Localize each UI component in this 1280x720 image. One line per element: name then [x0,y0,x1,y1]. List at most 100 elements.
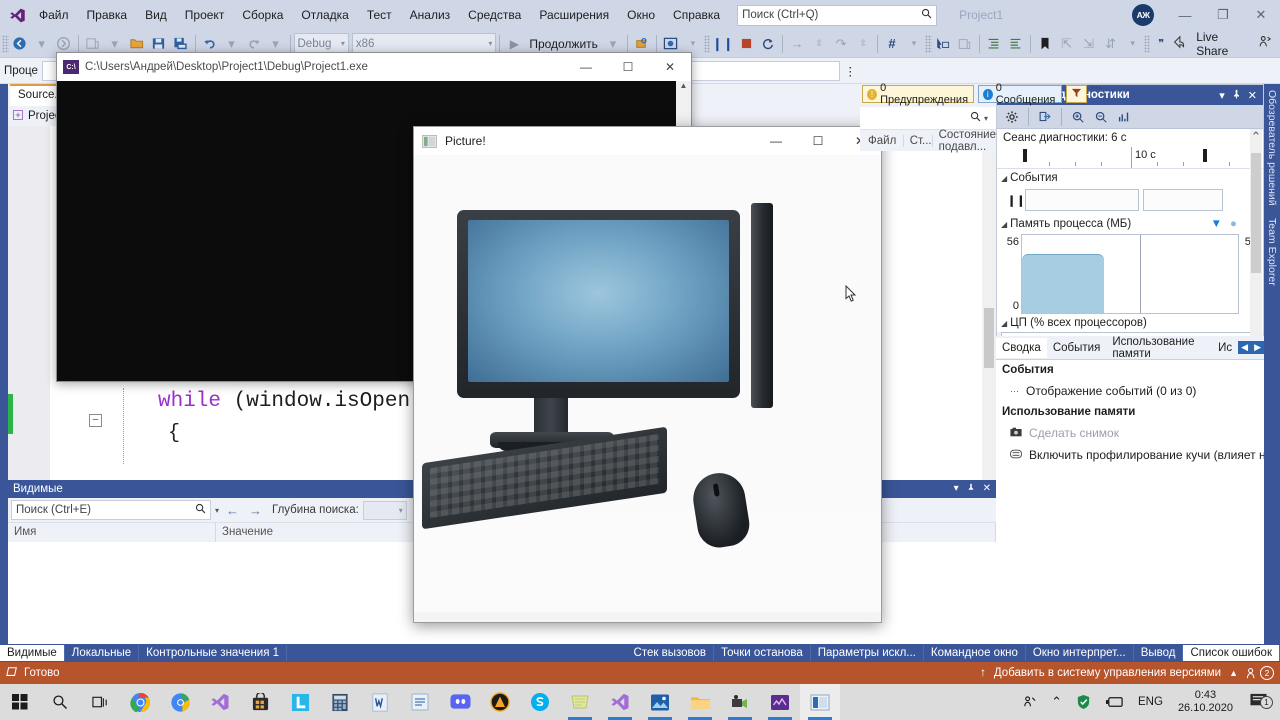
pin-icon[interactable] [967,483,975,495]
bookmark-icon[interactable] [1034,33,1056,55]
next-bookmark-icon[interactable]: ⇲ [1078,33,1100,55]
pause-icon[interactable]: ❙❙ [710,33,735,55]
menu-item-debug[interactable]: Отладка [292,4,357,26]
column-file[interactable]: Файл [860,134,904,147]
collapse-region-toggle[interactable]: − [89,414,102,427]
back-icon[interactable] [9,33,31,55]
task-view-icon[interactable] [80,684,120,720]
minimize-button[interactable]: — [565,54,607,81]
picture-window[interactable]: Picture! — ☐ ✕ [413,126,882,623]
chevron-up-icon[interactable]: ⌃ [1044,684,1069,720]
maximize-button[interactable]: ☐ [797,128,839,155]
menu-item-view[interactable]: Вид [136,4,176,26]
clock[interactable]: 0:43 26.10.2020 [1170,689,1241,714]
tab-command-window[interactable]: Командное окно [924,645,1026,661]
visual-studio-icon[interactable] [600,684,640,720]
menu-item-analyze[interactable]: Анализ [401,4,460,26]
visual-studio-icon[interactable] [200,684,240,720]
close-icon[interactable]: ✕ [1248,89,1257,102]
chart-icon[interactable] [1114,107,1134,126]
toolbar-grip-3[interactable] [925,34,932,53]
search-depth-select[interactable]: ▾ [362,500,407,520]
pointer-icon[interactable] [932,33,954,55]
events-lane-1[interactable] [1025,189,1139,211]
tab-scroll-left-icon[interactable]: ◀ [1238,341,1251,354]
notifications-button[interactable]: 2 [1246,666,1274,680]
tab-memory-usage[interactable]: Использование памяти [1106,332,1212,364]
zoom-in-icon[interactable] [1068,107,1088,126]
language-indicator[interactable]: ENG [1131,684,1170,720]
summary-item-enable-heap[interactable]: Включить профилирование кучи (влияет на [996,444,1264,466]
tab-autos[interactable]: Видимые [0,645,65,661]
source-control-button[interactable]: Добавить в систему управления версиями [994,667,1221,679]
export-icon[interactable] [1035,107,1055,126]
step-into-icon[interactable]: → [786,33,808,55]
summary-item-take-snapshot[interactable]: Сделать снимок [996,422,1264,444]
menu-item-edit[interactable]: Правка [78,4,137,26]
panel-menu-icon[interactable]: ▾ [1219,89,1225,102]
close-icon[interactable]: ✕ [983,483,991,495]
tab-output[interactable]: Вывод [1134,645,1184,661]
restore-button[interactable]: ❐ [1204,1,1242,30]
menu-item-build[interactable]: Сборка [233,4,292,26]
messages-chip[interactable]: i 0 Сообщения [977,82,1062,106]
column-suppression[interactable]: Состояние подавл... [933,129,996,153]
prev-bookmark-icon[interactable]: ⇱ [1056,33,1078,55]
menu-item-help[interactable]: Справка [664,4,729,26]
close-button[interactable]: ✕ [1242,1,1280,30]
configuration-select[interactable]: Debug ▾ [293,33,349,54]
team-explorer-tab[interactable]: Team Explorer [1264,212,1280,292]
events-lane-2[interactable] [1143,189,1223,211]
step-out-dropdown-icon[interactable]: ⇳ [852,33,874,55]
solution-explorer-tab[interactable]: Обозреватель решений [1264,84,1280,212]
tab-error-list[interactable]: Список ошибок [1183,645,1280,661]
tab-exception-settings[interactable]: Параметры искл... [811,645,924,661]
shield-icon[interactable] [1069,684,1098,720]
arrow-right-icon[interactable]: → [246,503,265,518]
menu-item-test[interactable]: Тест [358,4,401,26]
events-section-header[interactable]: ◢ События [997,169,1263,187]
gear-icon[interactable] [1002,107,1022,126]
picture-title-bar[interactable]: Picture! — ☐ ✕ [414,127,881,155]
stop-icon[interactable] [735,33,757,55]
camcorder-icon[interactable] [720,684,760,720]
step-over-icon[interactable]: ↷ [830,33,852,55]
battery-icon[interactable] [1098,684,1131,720]
toolbar-grip-2[interactable] [703,34,711,53]
arrow-left-icon[interactable]: ← [223,503,242,518]
folder-icon[interactable] [680,684,720,720]
notes-icon[interactable] [560,684,600,720]
minimize-button[interactable]: — [755,128,797,155]
search-dropdown-icon[interactable]: ▾ [981,114,988,123]
restart-icon[interactable] [757,33,779,55]
search-icon[interactable] [970,111,981,125]
search-options-icon[interactable]: ▾ [215,506,219,515]
diagnostics-scroll-thumb[interactable] [1251,153,1261,273]
picture-horizontal-scrollbar[interactable] [414,612,881,622]
timeline-ruler[interactable]: 10 с [997,147,1263,169]
comment-icon[interactable] [954,33,976,55]
close-button[interactable]: ✕ [649,54,691,81]
column-line[interactable]: Ст... [904,134,933,147]
outdent-icon[interactable] [1005,33,1027,55]
tab-scroll-right-icon[interactable]: ▶ [1251,341,1264,354]
memory-plot-area[interactable] [1021,234,1239,314]
tab-immediate-window[interactable]: Окно интерпрет... [1026,645,1134,661]
minimize-button[interactable]: — [1166,1,1204,30]
search-icon[interactable] [40,684,80,720]
summary-item-show-events[interactable]: ⋯ Отображение событий (0 из 0) [996,380,1264,402]
tab-watch-1[interactable]: Контрольные значения 1 [139,645,288,661]
sublime-icon[interactable] [400,684,440,720]
chrome-canary-icon[interactable] [160,684,200,720]
action-center-icon[interactable]: 1 [1241,692,1276,713]
avatar[interactable]: АЖ [1132,4,1154,26]
step-into-dropdown-icon[interactable]: ⇳ [808,33,830,55]
tab-call-stack[interactable]: Стек вызовов [627,645,715,661]
word-icon[interactable] [360,684,400,720]
menu-item-tools[interactable]: Средства [459,4,530,26]
menu-item-file[interactable]: Файл [30,4,78,26]
tab-summary[interactable]: Сводка [996,337,1047,358]
bookmark-dropdown-icon[interactable]: ▾ [1122,33,1144,55]
scroll-up-icon[interactable]: ⌃ [1250,129,1262,145]
live-share-button[interactable]: Live Share [1196,30,1248,58]
